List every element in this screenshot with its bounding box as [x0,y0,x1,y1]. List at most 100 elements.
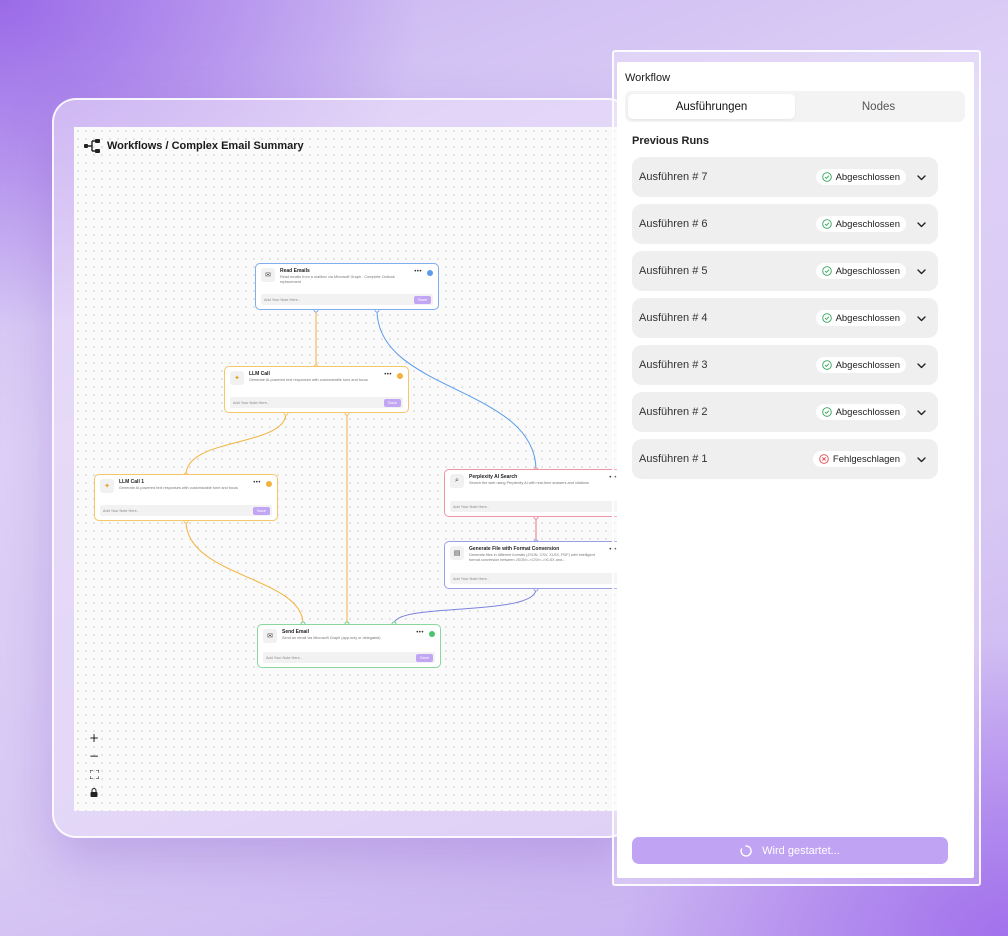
start-button-label: Wird gestartet... [762,844,840,857]
node-title: LLM Call [249,371,270,377]
status-badge: Fehlgeschlagen [812,451,906,467]
run-label: Ausführen # 1 [639,453,708,465]
check-circle-icon [821,219,832,229]
save-button[interactable]: Save [415,653,433,662]
workflow-canvas[interactable]: Workflows / Complex Email Summary ✉ Read… [74,127,620,811]
runs-list: Ausführen # 7 Abgeschlossen Ausführen # 6A… [632,157,938,486]
status-text: Abgeschlossen [835,265,900,277]
status-text: Abgeschlossen [835,359,900,371]
fit-view-icon[interactable] [87,767,101,781]
save-button[interactable]: Save [252,506,270,515]
status-text: Abgeschlossen [835,218,900,230]
run-item[interactable]: Ausführen # 5 Abgeschlossen [632,251,938,291]
node-description: Search the web using Perplexity AI with … [469,481,589,485]
node-description: Read emails from a mailbox via Microsoft… [280,275,395,284]
node-title: LLM Call 1 [119,479,145,485]
note-input[interactable]: Add Your Note Here.. Save [263,652,435,663]
edge-llm1-to-send [185,520,304,625]
chevron-down-icon[interactable] [916,454,927,465]
edge-llm-to-llm1 [185,412,287,476]
node-read-emails[interactable]: ✉ Read Emails Read emails from a mailbox… [255,263,439,310]
node-title: Read Emails [280,268,310,274]
panel-title: Workflow [625,72,671,84]
note-input[interactable]: Add Your Note Here.. Sa [450,501,620,512]
node-llm-call[interactable]: ✦ LLM Call Generate AI-powered text resp… [224,366,409,413]
note-input[interactable]: Add Your Note Here.. Sa [450,573,620,584]
file-icon: ▤ [450,546,464,560]
node-description: Generate files in different formats (JSO… [469,553,595,562]
status-dot [427,270,433,276]
run-item[interactable]: Ausführen # 2 Abgeschlossen [632,392,938,432]
status-text: Abgeschlossen [835,312,900,324]
status-badge: Abgeschlossen [815,263,906,279]
node-perplexity-search[interactable]: ⌕ Perplexity AI Search Search the web us… [444,469,620,517]
status-badge: Abgeschlossen [815,169,906,185]
status-badge: Abgeschlossen [815,404,906,420]
check-circle-icon [821,172,832,182]
run-label: Ausführen # 7 [639,171,708,183]
note-input[interactable]: Add Your Note Here.. Save [261,294,433,305]
status-text: Abgeschlossen [835,406,900,418]
run-label: Ausführen # 6 [639,218,708,230]
more-icon[interactable]: ••• [414,269,422,275]
node-title: Perplexity AI Search [469,474,518,480]
search-icon: ⌕ [450,474,464,488]
mail-icon: ✉ [263,629,277,643]
node-description: Generate AI-powered text responses with … [249,378,368,382]
zoom-out-icon[interactable]: − [87,749,101,763]
check-circle-icon [821,360,832,370]
tab-ausfuehrungen[interactable]: Ausführungen [628,94,795,119]
status-dot [429,631,435,637]
run-label: Ausführen # 2 [639,406,708,418]
edge-file-to-send [393,588,537,625]
check-circle-icon [821,313,832,323]
check-circle-icon [821,407,832,417]
sparkle-icon: ✦ [230,371,244,385]
mail-icon: ✉ [261,268,275,282]
status-dot [397,373,403,379]
workflow-panel: Workflow Ausführungen Nodes Previous Run… [617,62,974,878]
chevron-down-icon[interactable] [916,266,927,277]
panel-tabs: Ausführungen Nodes [625,91,965,122]
lock-icon[interactable] [87,785,101,799]
chevron-down-icon[interactable] [916,360,927,371]
note-input[interactable]: Add Your Note Here.. Save [230,397,403,408]
sparkle-icon: ✦ [100,479,114,493]
node-title: Send Email [282,629,309,635]
chevron-down-icon[interactable] [916,172,927,183]
note-input[interactable]: Add Your Note Here.. Save [100,505,272,516]
run-item[interactable]: Ausführen # 1 Fehlgeschlagen [632,439,938,479]
error-circle-icon [819,454,829,464]
spinner-icon [740,844,752,857]
status-dot [266,481,272,487]
node-title: Generate File with Format Conversion [469,546,560,552]
run-item[interactable]: Ausführen # 4 Abgeschlossen [632,298,938,338]
chevron-down-icon[interactable] [916,407,927,418]
status-badge: Abgeschlossen [815,357,906,373]
node-description: Generate AI-powered text responses with … [119,486,238,490]
zoom-in-icon[interactable]: + [87,731,101,745]
chevron-down-icon[interactable] [916,219,927,230]
status-text: Fehlgeschlagen [832,453,900,465]
more-icon[interactable]: ••• [416,630,424,636]
save-button[interactable]: Save [383,398,401,407]
node-send-email[interactable]: ✉ Send Email Send an email via Microsoft… [257,624,441,668]
run-item[interactable]: Ausführen # 6 Abgeschlossen [632,204,938,244]
zoom-controls: + − [86,731,102,799]
more-icon[interactable]: ••• [384,372,392,378]
section-title: Previous Runs [632,135,710,147]
start-button[interactable]: Wird gestartet... [632,837,948,864]
node-generate-file[interactable]: ▤ Generate File with Format Conversion G… [444,541,620,589]
run-label: Ausführen # 3 [639,359,708,371]
chevron-down-icon[interactable] [916,313,927,324]
run-item[interactable]: Ausführen # 3 Abgeschlossen [632,345,938,385]
tab-nodes[interactable]: Nodes [795,94,962,119]
status-badge: Abgeschlossen [815,310,906,326]
status-badge: Abgeschlossen [815,216,906,232]
run-item[interactable]: Ausführen # 7 Abgeschlossen [632,157,938,197]
run-label: Ausführen # 5 [639,265,708,277]
save-button[interactable]: Save [413,295,431,304]
more-icon[interactable]: ••• [253,480,261,486]
node-llm-call-1[interactable]: ✦ LLM Call 1 Generate AI-powered text re… [94,474,278,521]
run-label: Ausführen # 4 [639,312,708,324]
